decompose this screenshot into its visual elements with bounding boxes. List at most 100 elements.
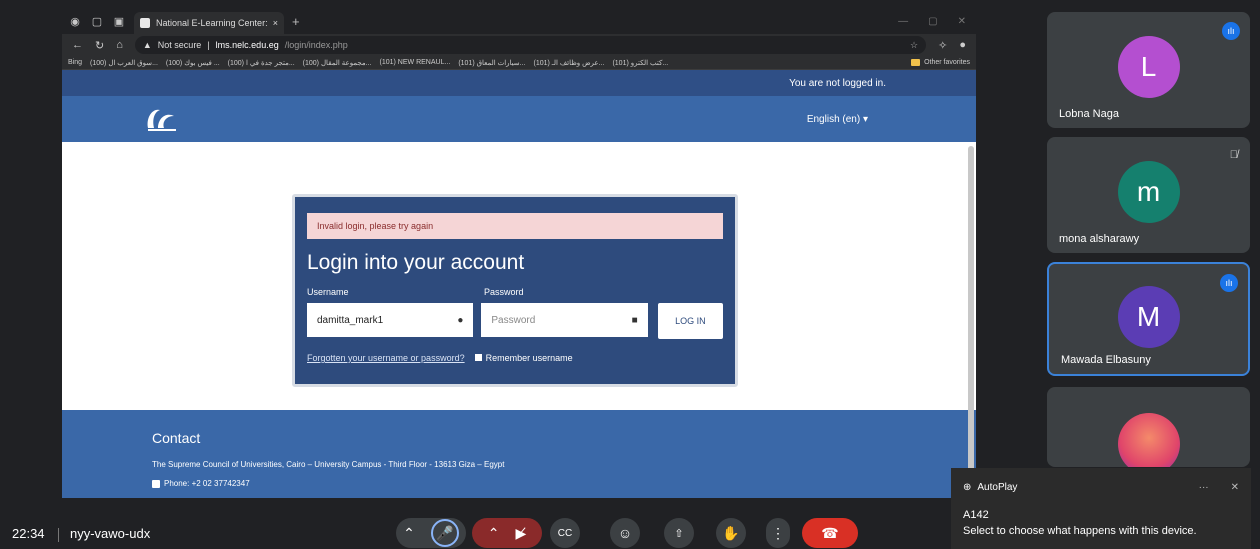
forgot-password-link[interactable]: Forgotten your username or password? [307,353,465,363]
present-screen-button[interactable]: ⇧ [664,518,694,548]
page-scrollbar[interactable] [968,146,974,478]
login-button[interactable]: LOG IN [657,303,723,339]
login-error-alert: Invalid login, please try again [307,213,723,239]
password-label: Password [484,287,524,297]
meeting-clock: 22:34 [12,526,45,541]
close-window-icon[interactable]: ✕ [958,16,966,27]
bookmark-item[interactable]: (100) فيس بوك ... [166,59,220,67]
raise-hand-button[interactable]: ✋ [716,518,746,548]
browser-menu-icon[interactable]: ◉ [68,15,82,28]
avatar: M [1117,286,1180,348]
maximize-icon[interactable]: ▢ [928,16,937,27]
participant-name: mona alsharawy [1059,233,1140,245]
speaking-indicator-icon: ılı [1222,22,1240,40]
autoplay-icon: ⊕ [963,482,972,493]
participant-tile-active[interactable]: M ılı Mawada Elbasuny [1047,262,1250,376]
microphone-control[interactable]: ⌃ 🎤 [396,518,466,548]
extensions-icon[interactable]: ✧ [938,39,947,52]
avatar: L [1117,36,1180,98]
contact-address: The Supreme Council of Universities, Cai… [152,460,505,469]
checkbox-icon [474,354,482,361]
home-icon[interactable]: ⌂ [116,39,123,51]
bookmark-item[interactable]: (101) NEW RENAUL... [380,59,451,66]
language-menu[interactable]: English (en) ▾ [807,114,868,125]
workspaces-icon[interactable]: ▢ [90,15,104,28]
site-logo-icon[interactable] [142,104,182,134]
url-input[interactable]: ▲ Not secure | lms.nelc.edu.eg/login/ind… [134,36,927,54]
security-status: Not secure [157,40,202,50]
reactions-button[interactable]: ☺ [610,518,640,548]
captions-icon: CC [557,527,573,539]
lock-icon: ■ [631,314,638,326]
notification-close-icon[interactable]: ✕ [1231,482,1239,493]
favorite-star-icon[interactable]: ☆ [910,40,918,51]
bookmark-item[interactable]: Bing [68,59,82,66]
username-input[interactable]: damitta_mark1 ● [307,303,474,337]
login-card: Invalid login, please try again Login in… [292,194,738,387]
bookmark-item[interactable]: (101) سيارات المعاق... [458,59,525,67]
phone-icon [152,479,160,488]
login-status-bar: You are not logged in. [62,70,976,96]
address-bar-row: ← ↻ ⌂ ▲ Not secure | lms.nelc.edu.eg/log… [62,34,976,56]
remember-username-checkbox[interactable]: Remember username [474,353,573,363]
video-options-chevron-icon[interactable]: ⌃ [488,525,500,542]
new-tab-icon[interactable]: + [292,14,300,29]
warning-icon: ▲ [142,40,152,50]
bookmarks-bar: Bing (100) سوق العرب ال... (100) فيس بوك… [62,56,976,70]
contact-phone: Phone: +2 02 37742347 [164,479,250,488]
tab-actions-icon[interactable]: ▣ [112,15,126,28]
close-tab-icon[interactable]: × [273,18,278,28]
bookmark-item[interactable]: (101) عرض وظائف الـ... [534,59,605,67]
muted-mic-icon: 🎙̸ [1229,149,1238,161]
notification-more-icon[interactable]: ··· [1199,482,1209,493]
captions-button[interactable]: CC [550,518,580,548]
password-input[interactable]: Password ■ [481,303,648,337]
autoplay-notification[interactable]: ⊕ AutoPlay ··· ✕ A142 Select to choose w… [951,468,1251,549]
more-vert-icon: ⋮ [771,524,785,541]
refresh-icon[interactable]: ↻ [95,39,104,52]
audio-options-chevron-icon[interactable]: ⌃ [403,525,415,542]
more-options-button[interactable]: ⋮ [766,518,790,548]
notification-message: Select to choose what happens with this … [963,525,1197,537]
bookmark-item[interactable]: (100) مجموعة المقال... [303,59,372,67]
tab-title: National E-Learning Center: Log i [156,18,267,28]
participant-tile[interactable]: L ılı Lobna Naga [1047,12,1250,128]
camera-off-icon[interactable]: ▶̸ [515,525,526,542]
leave-call-button[interactable]: ☎ [802,518,858,548]
bookmark-item[interactable]: (100) سوق العرب ال... [90,59,158,67]
present-icon: ⇧ [674,527,684,540]
not-logged-in-text: You are not logged in. [789,77,886,89]
notification-app: AutoPlay [977,482,1018,493]
login-heading: Login into your account [307,251,525,274]
participant-name: Mawada Elbasuny [1061,354,1151,366]
shared-browser-window: ◉ ▢ ▣ National E-Learning Center: Log i … [62,8,976,498]
bookmark-item[interactable]: (100) متجر جدة في ا... [228,59,295,67]
speaking-indicator-icon: ılı [1220,274,1238,292]
tab-favicon-icon [140,18,150,28]
url-path: /login/index.php [284,40,348,50]
participant-tile[interactable]: m 🎙̸ mona alsharawy [1047,137,1250,253]
minimize-icon[interactable]: — [898,16,908,27]
camera-control[interactable]: ⌃ ▶̸ [472,518,542,548]
screen: ◉ ▢ ▣ National E-Learning Center: Log i … [0,0,1260,549]
profile-icon[interactable]: ● [959,39,966,51]
site-footer: Contact The Supreme Council of Universit… [62,410,976,498]
avatar [1117,413,1180,467]
back-icon[interactable]: ← [72,39,83,51]
notification-title: A142 [963,509,989,521]
browser-tab[interactable]: National E-Learning Center: Log i × [134,12,284,34]
url-host: lms.nelc.edu.eg [215,40,279,50]
meeting-code: nyy-vawo-udx [70,526,151,541]
microphone-icon[interactable]: 🎤 [430,519,459,547]
bookmark-item[interactable]: (101) كتب الكترو... [612,59,668,67]
site-navbar: English (en) ▾ [62,96,976,142]
username-label: Username [307,287,349,297]
avatar: m [1117,161,1180,223]
window-controls: — ▢ ✕ [898,16,976,27]
other-favorites[interactable]: Other favorites [911,59,970,66]
contact-heading: Contact [152,430,201,446]
web-page: You are not logged in. English (en) ▾ In… [62,70,976,498]
hand-icon: ✋ [722,524,740,541]
participant-tile[interactable] [1047,387,1250,467]
user-icon: ● [457,314,464,326]
